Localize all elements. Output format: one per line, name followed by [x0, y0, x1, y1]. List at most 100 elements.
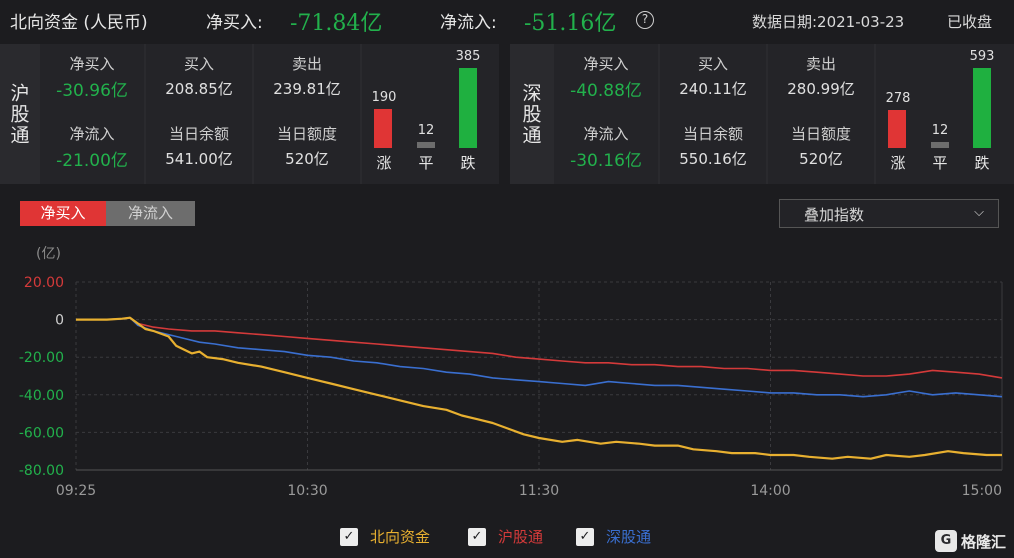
- y-tick-label: -60.00: [19, 425, 64, 441]
- net-buy-label: 净买入:: [206, 13, 263, 33]
- y-tick-label: -20.00: [19, 350, 64, 366]
- sz-up-label: 涨: [890, 154, 906, 172]
- help-icon[interactable]: ?: [636, 11, 654, 29]
- sz-flat-label: 平: [932, 154, 948, 172]
- legend-sz[interactable]: ✓ 深股通: [576, 526, 651, 547]
- overlay-index-label: 叠加指数: [804, 206, 865, 224]
- legend-sz-checkbox[interactable]: ✓: [576, 527, 594, 546]
- sz-buy-label: 买入: [697, 55, 728, 73]
- sh-up-label: 涨: [376, 154, 392, 172]
- overlay-index-dropdown[interactable]: 叠加指数 ⌵: [779, 199, 999, 228]
- x-tick-label: 10:30: [287, 483, 327, 499]
- sh-net-inflow-label: 净流入: [69, 125, 115, 143]
- x-tick-label: 09:25: [56, 483, 96, 499]
- sh-up-count: 190: [371, 90, 397, 105]
- sh-breadth-bars: 190 涨 12 平 385 跌: [362, 44, 499, 184]
- sz-panel-label: 深股通: [519, 82, 542, 146]
- sh-balance-label: 当日余额: [168, 125, 229, 143]
- sz-quota-value: 520亿: [799, 150, 843, 168]
- legend-sz-label: 深股通: [606, 528, 652, 546]
- chevron-down-icon: ⌵: [974, 205, 984, 220]
- sh-flat-count: 12: [417, 123, 435, 138]
- sh-buy-cell: 买入 208.85亿: [146, 44, 252, 114]
- legend-sh-label: 沪股通: [498, 528, 544, 546]
- sh-buy-label: 买入: [183, 55, 214, 73]
- sh-flat-label: 平: [418, 154, 434, 172]
- sz-up-count: 278: [885, 91, 911, 106]
- sh-buy-value: 208.85亿: [165, 80, 233, 98]
- legend-sh-checkbox[interactable]: ✓: [468, 527, 486, 546]
- y-tick-label: -40.00: [19, 388, 64, 404]
- sz-down-bar: [973, 68, 991, 148]
- sh-flat-bar: [417, 142, 435, 148]
- x-tick-label: 14:00: [750, 483, 790, 499]
- sz-sell-label: 卖出: [805, 55, 836, 73]
- net-inflow-label: 净流入:: [440, 13, 497, 33]
- line-chart: (亿) 20.00 0 -20.00 -40.00 -60.00 -80.00 09:25 10…: [19, 246, 1003, 499]
- sz-sell-cell: 卖出 280.99亿: [768, 44, 874, 114]
- sh-net-buy-label: 净买入: [69, 55, 115, 73]
- sz-quota-cell: 当日额度 520亿: [768, 114, 874, 184]
- y-unit-label: (亿): [36, 246, 61, 262]
- sz-connect-panel: 深股通 净买入 -40.88亿 买入 240.11亿 卖出 280.99亿 净流…: [510, 44, 1014, 184]
- sh-down-bar: [459, 68, 477, 148]
- sh-net-inflow-cell: 净流入 -21.00亿: [40, 114, 144, 184]
- sh-quota-label: 当日额度: [276, 125, 337, 143]
- sh-down-count: 385: [455, 49, 481, 64]
- x-tick-label: 15:00: [962, 483, 1002, 499]
- sh-down-label: 跌: [460, 154, 476, 172]
- sh-net-inflow-value: -21.00亿: [56, 151, 128, 171]
- legend-north[interactable]: ✓ 北向资金: [340, 526, 430, 547]
- sz-net-inflow-value: -30.16亿: [570, 151, 642, 171]
- page-title: 北向资金 (人民币): [10, 13, 148, 33]
- x-tick-label: 11:30: [519, 483, 559, 499]
- tab-net-inflow[interactable]: 净流入: [106, 201, 195, 226]
- watermark: G 格隆汇: [934, 530, 1006, 552]
- sz-balance-value: 550.16亿: [679, 150, 747, 168]
- legend-north-label: 北向资金: [370, 528, 431, 546]
- sz-net-buy-cell: 净买入 -40.88亿: [554, 44, 658, 114]
- legend-sh[interactable]: ✓ 沪股通: [468, 526, 543, 547]
- sh-panel-label: 沪股通: [7, 82, 30, 146]
- sh-up-bar: [374, 109, 392, 148]
- watermark-text: 格隆汇: [960, 532, 1006, 551]
- sz-net-buy-label: 净买入: [583, 55, 629, 73]
- sz-sell-value: 280.99亿: [787, 80, 855, 98]
- sh-quota-cell: 当日额度 520亿: [254, 114, 360, 184]
- sh-sell-cell: 卖出 239.81亿: [254, 44, 360, 114]
- sz-flat-bar: [931, 142, 949, 148]
- y-tick-label: -80.00: [19, 463, 64, 479]
- sz-down-count: 593: [969, 49, 995, 64]
- sz-balance-label: 当日余额: [682, 125, 743, 143]
- tab-net-buy[interactable]: 净买入: [20, 201, 106, 226]
- sz-breadth-bars: 278 涨 12 平 593 跌: [876, 44, 1014, 184]
- sz-net-inflow-cell: 净流入 -30.16亿: [554, 114, 658, 184]
- sh-connect-panel: 沪股通 净买入 -30.96亿 买入 208.85亿 卖出 239.81亿 净流…: [0, 44, 499, 184]
- sz-down-label: 跌: [974, 154, 990, 172]
- gelonghui-logo-icon: G: [934, 530, 957, 552]
- legend-north-checkbox[interactable]: ✓: [340, 527, 358, 546]
- top-bar: 北向资金 (人民币) 净买入: -71.84亿 净流入: -51.16亿 ? 数…: [0, 0, 1014, 42]
- sh-sell-label: 卖出: [291, 55, 322, 73]
- sz-buy-value: 240.11亿: [679, 80, 747, 98]
- market-status: 已收盘: [947, 13, 993, 31]
- chart-area: 净买入 净流入 叠加指数 ⌵ (亿) 20.00 0 -20.00 -40.00 -60.…: [0, 188, 1014, 558]
- data-date: 数据日期:2021-03-23: [752, 13, 905, 31]
- sh-balance-value: 541.00亿: [165, 150, 233, 168]
- net-buy-value: -71.84亿: [290, 11, 383, 36]
- sz-up-bar: [888, 110, 906, 148]
- sh-quota-value: 520亿: [285, 150, 329, 168]
- sz-quota-label: 当日额度: [790, 125, 851, 143]
- sz-balance-cell: 当日余额 550.16亿: [660, 114, 766, 184]
- sh-balance-cell: 当日余额 541.00亿: [146, 114, 252, 184]
- sz-net-buy-value: -40.88亿: [570, 81, 642, 101]
- sz-flat-count: 12: [931, 123, 949, 138]
- net-inflow-value: -51.16亿: [524, 11, 617, 36]
- sh-net-buy-cell: 净买入 -30.96亿: [40, 44, 144, 114]
- y-tick-label: 0: [55, 313, 64, 329]
- sz-buy-cell: 买入 240.11亿: [660, 44, 766, 114]
- sh-sell-value: 239.81亿: [273, 80, 341, 98]
- sz-net-inflow-label: 净流入: [583, 125, 629, 143]
- y-tick-label: 20.00: [24, 275, 64, 291]
- sh-net-buy-value: -30.96亿: [56, 81, 128, 101]
